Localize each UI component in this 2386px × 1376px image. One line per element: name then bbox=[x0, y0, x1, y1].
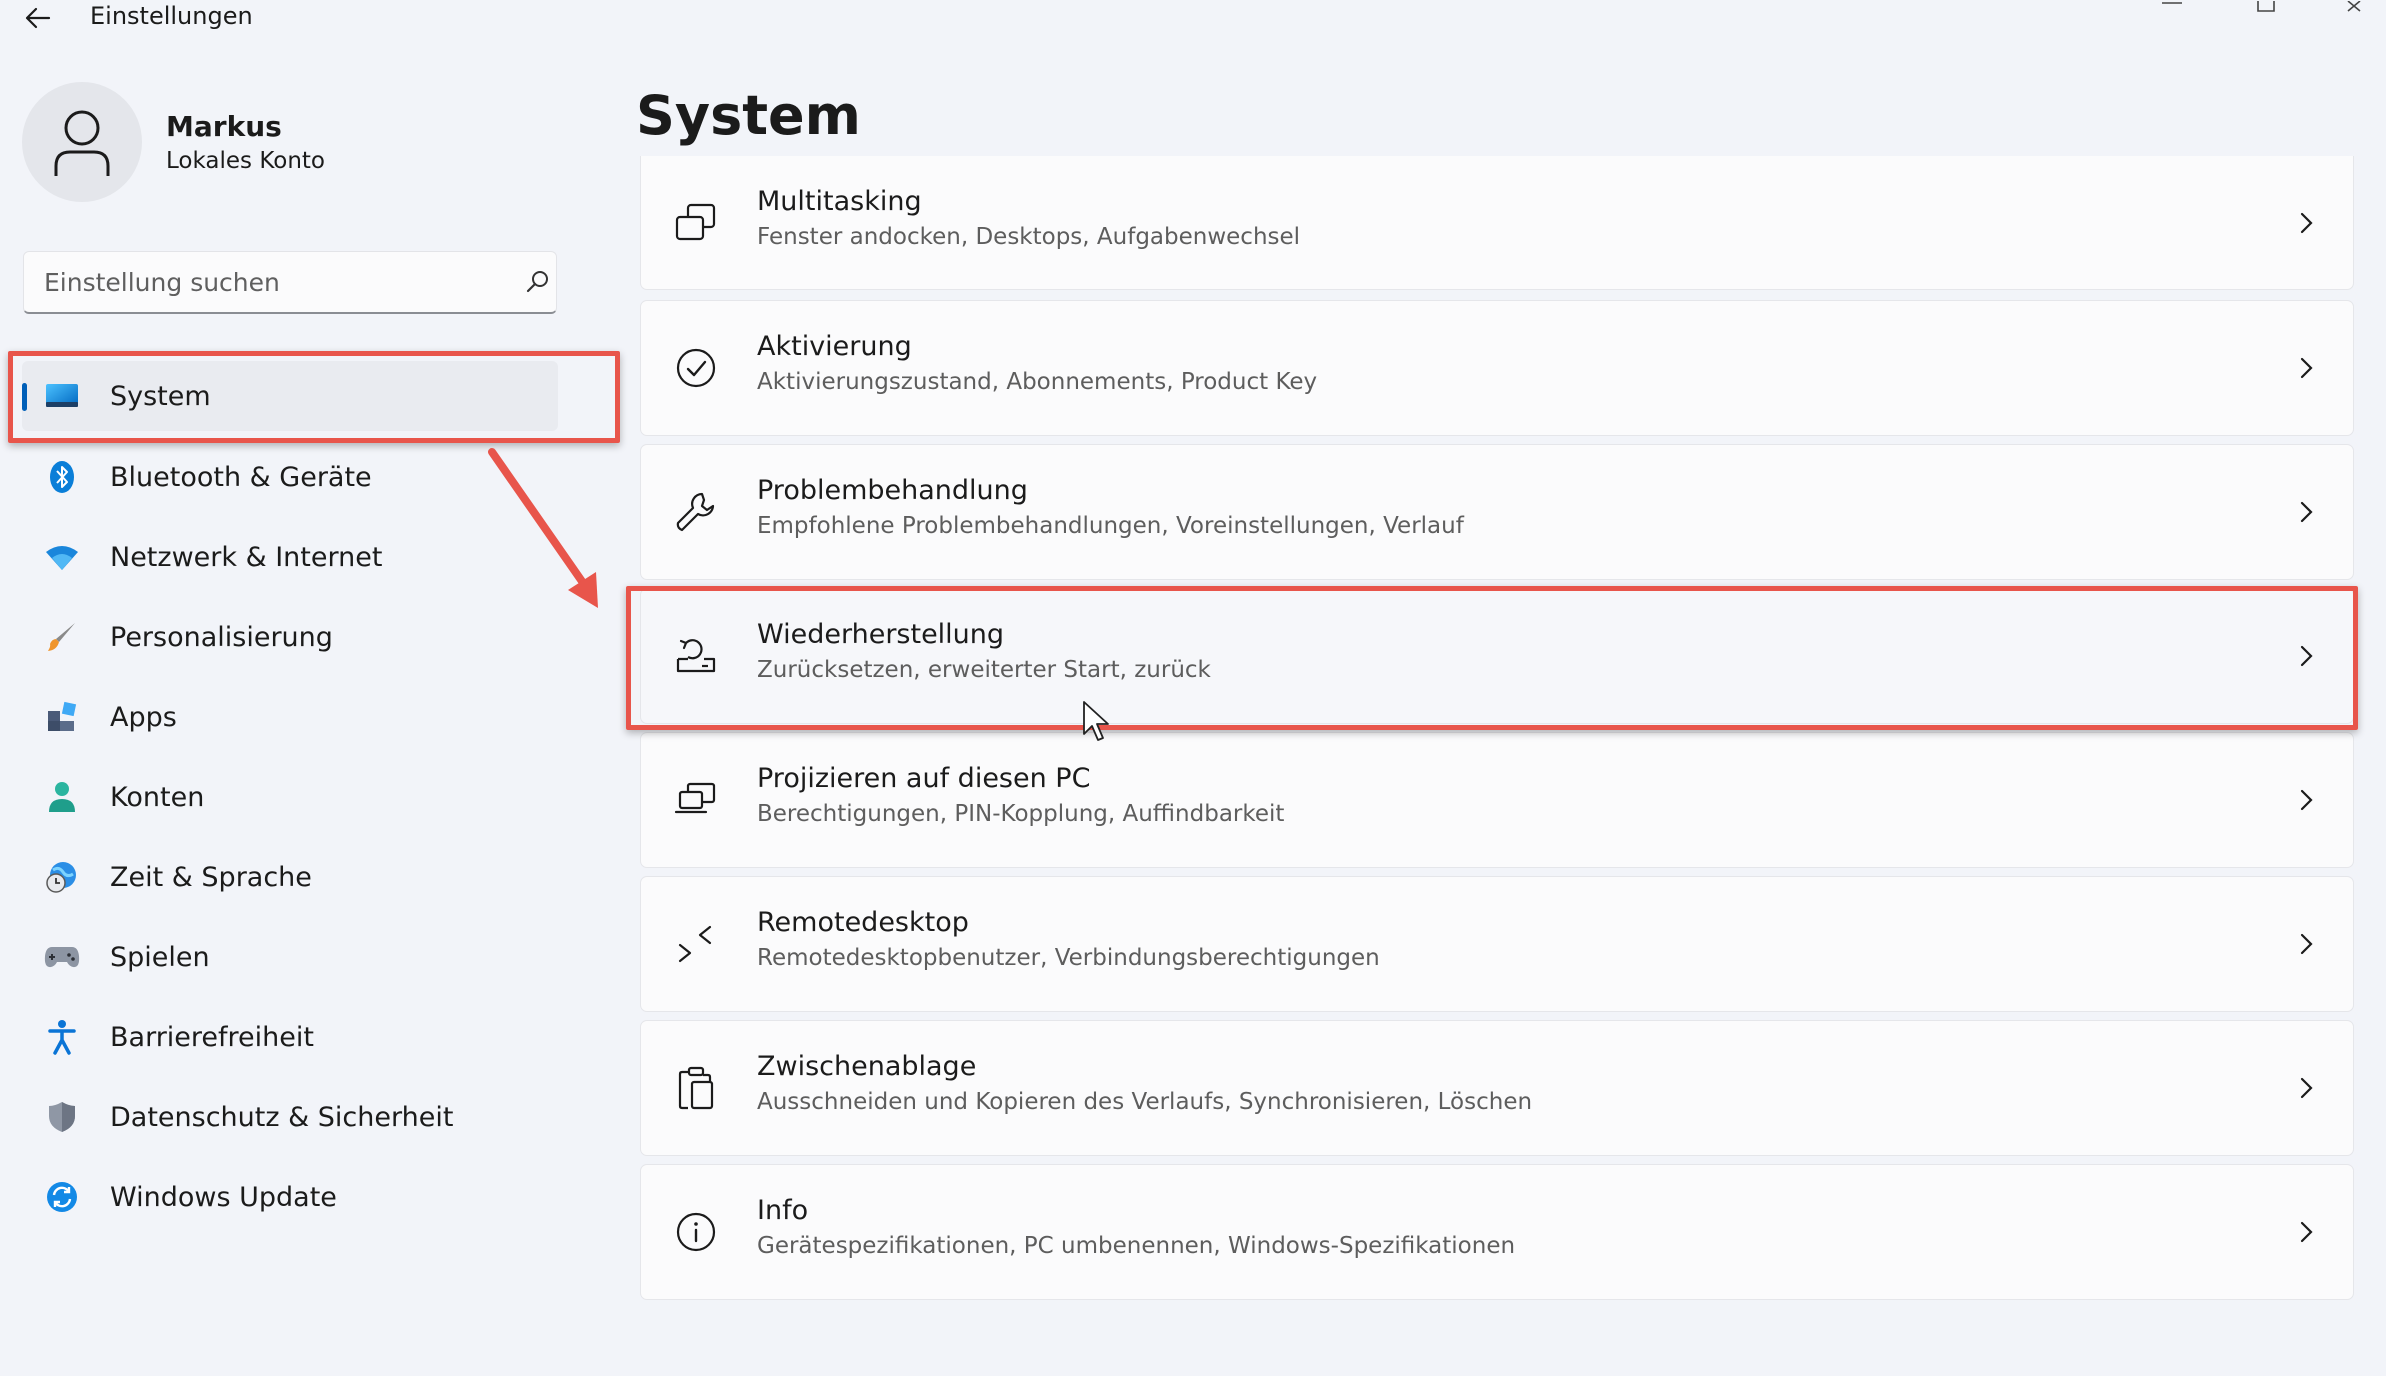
card-title: Zwischenablage bbox=[757, 1051, 977, 1082]
arrow-left-icon bbox=[25, 7, 51, 29]
highlight-box-recovery bbox=[626, 586, 2358, 730]
card-subtitle: Remotedesktopbenutzer, Verbindungsberech… bbox=[757, 945, 1380, 971]
account-icon bbox=[44, 779, 80, 815]
card-subtitle: Empfohlene Problembehandlungen, Voreinst… bbox=[757, 513, 1464, 539]
card-title: Projizieren auf diesen PC bbox=[757, 763, 1091, 794]
sidebar-item-label: Netzwerk & Internet bbox=[110, 541, 383, 573]
wrench-icon bbox=[673, 489, 719, 535]
sidebar-item-accessibility[interactable]: Barrierefreiheit bbox=[22, 1002, 558, 1072]
card-subtitle: Berechtigungen, PIN-Kopplung, Auffindbar… bbox=[757, 801, 1285, 827]
card-remote-desktop[interactable]: Remotedesktop Remotedesktopbenutzer, Ver… bbox=[640, 876, 2354, 1012]
page-title: System bbox=[636, 84, 861, 147]
wifi-icon bbox=[44, 539, 80, 575]
sidebar-item-accounts[interactable]: Konten bbox=[22, 762, 558, 832]
sidebar-item-label: Apps bbox=[110, 701, 177, 733]
sidebar-item-label: Spielen bbox=[110, 941, 210, 973]
sidebar-item-label: Zeit & Sprache bbox=[110, 861, 312, 893]
accessibility-icon bbox=[44, 1019, 80, 1055]
remote-desktop-icon bbox=[673, 921, 719, 967]
apps-icon bbox=[44, 699, 80, 735]
highlight-box-system bbox=[8, 351, 620, 443]
clipboard-icon bbox=[673, 1065, 719, 1111]
sidebar-item-windows-update[interactable]: Windows Update bbox=[22, 1162, 558, 1232]
sidebar-item-label: Personalisierung bbox=[110, 621, 333, 653]
card-subtitle: Aktivierungszustand, Abonnements, Produc… bbox=[757, 369, 1318, 395]
chevron-right-icon bbox=[2300, 1221, 2313, 1243]
chevron-right-icon bbox=[2300, 501, 2313, 523]
card-troubleshoot[interactable]: Problembehandlung Empfohlene Problembeha… bbox=[640, 444, 2354, 580]
chevron-right-icon bbox=[2300, 212, 2313, 234]
multitasking-icon bbox=[673, 200, 719, 246]
card-subtitle: Gerätespezifikationen, PC umbenennen, Wi… bbox=[757, 1233, 1516, 1259]
card-title: Remotedesktop bbox=[757, 907, 969, 938]
sidebar-item-label: Datenschutz & Sicherheit bbox=[110, 1101, 454, 1133]
bluetooth-icon bbox=[44, 459, 80, 495]
card-multitasking[interactable]: Multitasking Fenster andocken, Desktops,… bbox=[640, 156, 2354, 290]
search-box[interactable] bbox=[23, 251, 557, 314]
sidebar-item-label: Konten bbox=[110, 781, 205, 813]
maximize-button[interactable] bbox=[2246, 0, 2286, 14]
person-icon bbox=[54, 110, 110, 176]
settings-window: Einstellungen Markus Lokales Konto Einst… bbox=[0, 0, 2386, 1376]
check-circle-icon bbox=[673, 345, 719, 391]
chevron-right-icon bbox=[2300, 789, 2313, 811]
search-icon[interactable] bbox=[524, 268, 552, 296]
card-clipboard[interactable]: Zwischenablage Ausschneiden und Kopieren… bbox=[640, 1020, 2354, 1156]
card-project[interactable]: Projizieren auf diesen PC Berechtigungen… bbox=[640, 732, 2354, 868]
sidebar-item-label: Windows Update bbox=[110, 1181, 337, 1213]
chevron-right-icon bbox=[2300, 1077, 2313, 1099]
chevron-right-icon bbox=[2300, 357, 2313, 379]
sidebar-item-privacy[interactable]: Datenschutz & Sicherheit bbox=[22, 1082, 558, 1152]
close-icon bbox=[2347, 0, 2361, 12]
annotation-arrow-icon bbox=[488, 448, 598, 608]
project-icon bbox=[673, 777, 719, 823]
app-title: Einstellungen bbox=[90, 2, 253, 30]
close-button[interactable] bbox=[2336, 0, 2376, 14]
shield-icon bbox=[44, 1099, 80, 1135]
search-input[interactable] bbox=[44, 252, 504, 312]
chevron-right-icon bbox=[2300, 933, 2313, 955]
card-info[interactable]: Info Gerätespezifikationen, PC umbenenne… bbox=[640, 1164, 2354, 1300]
avatar[interactable] bbox=[22, 82, 142, 202]
card-activation[interactable]: Aktivierung Aktivierungszustand, Abonnem… bbox=[640, 300, 2354, 436]
card-subtitle: Fenster andocken, Desktops, Aufgabenwech… bbox=[757, 224, 1301, 250]
back-button[interactable] bbox=[18, 0, 58, 36]
info-icon bbox=[673, 1209, 719, 1255]
gamepad-icon bbox=[44, 939, 80, 975]
user-name: Markus bbox=[166, 110, 282, 143]
card-title: Multitasking bbox=[757, 186, 922, 217]
sidebar-item-bluetooth[interactable]: Bluetooth & Geräte bbox=[22, 442, 558, 512]
sidebar-item-network[interactable]: Netzwerk & Internet bbox=[22, 522, 558, 592]
sidebar-item-label: Bluetooth & Geräte bbox=[110, 461, 372, 493]
card-title: Problembehandlung bbox=[757, 475, 1028, 506]
update-icon bbox=[44, 1179, 80, 1215]
account-type: Lokales Konto bbox=[166, 148, 326, 174]
paintbrush-icon bbox=[44, 619, 80, 655]
maximize-icon bbox=[2257, 1, 2275, 12]
minimize-icon bbox=[2162, 2, 2182, 4]
minimize-button[interactable] bbox=[2152, 0, 2192, 14]
card-subtitle: Ausschneiden und Kopieren des Verlaufs, … bbox=[757, 1089, 1533, 1115]
card-title: Info bbox=[757, 1195, 809, 1226]
sidebar-item-gaming[interactable]: Spielen bbox=[22, 922, 558, 992]
sidebar-item-personalization[interactable]: Personalisierung bbox=[22, 602, 558, 672]
sidebar-item-apps[interactable]: Apps bbox=[22, 682, 558, 752]
sidebar-item-time-language[interactable]: Zeit & Sprache bbox=[22, 842, 558, 912]
sidebar-item-label: Barrierefreiheit bbox=[110, 1021, 314, 1053]
card-title: Aktivierung bbox=[757, 331, 912, 362]
mouse-cursor-icon bbox=[1083, 701, 1109, 741]
clock-globe-icon bbox=[44, 859, 80, 895]
title-bar: Einstellungen bbox=[0, 0, 2386, 40]
